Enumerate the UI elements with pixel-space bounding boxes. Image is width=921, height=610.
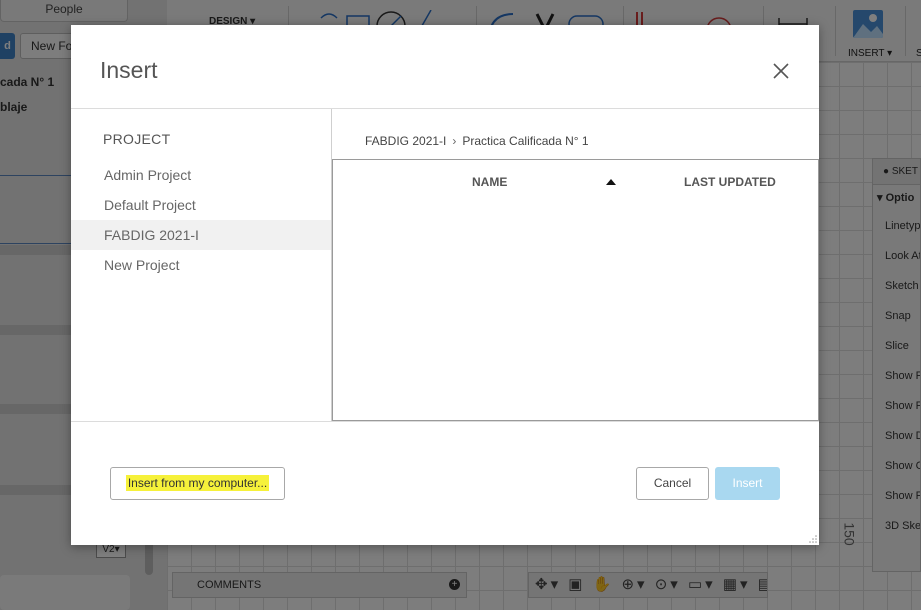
close-icon[interactable] xyxy=(769,59,793,83)
sort-ascending-icon[interactable] xyxy=(606,179,616,185)
project-item-admin[interactable]: Admin Project xyxy=(71,160,331,190)
breadcrumb-parent[interactable]: FABDIG 2021-I xyxy=(365,134,446,148)
column-header-last-updated[interactable]: LAST UPDATED xyxy=(684,175,776,189)
column-header-name[interactable]: NAME xyxy=(472,175,507,189)
divider xyxy=(71,421,819,422)
project-item-default[interactable]: Default Project xyxy=(71,190,331,220)
project-list: PROJECT Admin Project Default Project FA… xyxy=(71,109,332,421)
project-item-new[interactable]: New Project xyxy=(71,250,331,280)
breadcrumb: FABDIG 2021-I › Practica Calificada N° 1 xyxy=(365,134,589,148)
dialog-title: Insert xyxy=(100,57,158,83)
insert-from-computer-label: Insert from my computer... xyxy=(125,475,270,491)
project-item-fabdig[interactable]: FABDIG 2021-I xyxy=(71,220,331,250)
insert-dialog: Insert PROJECT Admin Project Default Pro… xyxy=(71,25,819,545)
file-table: NAME LAST UPDATED xyxy=(332,159,819,421)
resize-grip-icon[interactable] xyxy=(809,535,817,543)
breadcrumb-separator-icon: › xyxy=(452,134,457,148)
cancel-button[interactable]: Cancel xyxy=(636,467,709,500)
insert-button[interactable]: Insert xyxy=(715,467,780,500)
breadcrumb-current: Practica Calificada N° 1 xyxy=(462,134,589,148)
insert-from-computer-button[interactable]: Insert from my computer... xyxy=(110,467,285,500)
project-header: PROJECT xyxy=(103,131,171,147)
